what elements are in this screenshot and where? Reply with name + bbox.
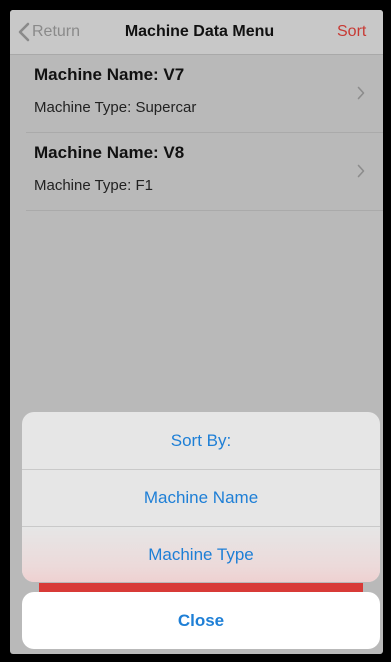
sort-by-name-option[interactable]: Machine Name (22, 470, 380, 527)
sort-by-type-option[interactable]: Machine Type (22, 527, 380, 582)
navigation-bar: Return Machine Data Menu Sort (10, 10, 383, 55)
background-red-banner (39, 583, 363, 592)
machine-type: Machine Type: Supercar (34, 99, 197, 116)
list-item[interactable]: Machine Name: V7 Machine Type: Supercar (26, 55, 383, 133)
page-title: Machine Data Menu (124, 23, 275, 40)
close-button[interactable]: Close (22, 592, 380, 649)
machine-name: Machine Name: V7 (34, 65, 185, 84)
app-screen: Return Machine Data Menu Sort Machine Na… (10, 10, 383, 654)
action-sheet-title: Sort By: (22, 412, 380, 470)
machine-type: Machine Type: F1 (34, 177, 153, 194)
chevron-right-icon (357, 86, 365, 105)
chevron-right-icon (357, 164, 365, 183)
machine-list: Machine Name: V7 Machine Type: Supercar … (10, 55, 383, 211)
sort-action-sheet: Sort By: Machine Name Machine Type (22, 412, 380, 582)
list-item[interactable]: Machine Name: V8 Machine Type: F1 (26, 133, 383, 211)
machine-name: Machine Name: V8 (34, 143, 185, 162)
sort-button[interactable]: Sort (337, 23, 383, 41)
